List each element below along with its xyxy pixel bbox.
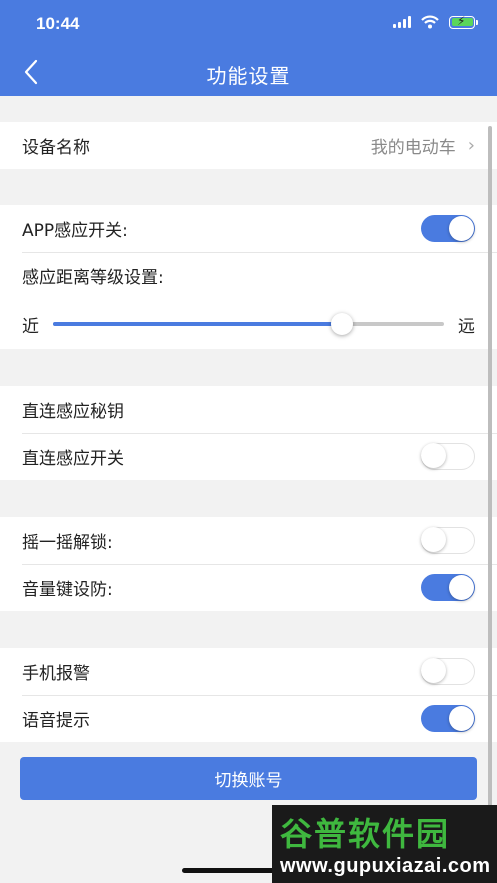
watermark-brand: 谷普软件园 bbox=[280, 815, 451, 853]
nav-header: 10:44 ⚡ 功能设置 bbox=[0, 0, 497, 96]
switch-account-button[interactable]: 切换账号 bbox=[20, 757, 477, 800]
voice-prompt-label: 语音提示 bbox=[22, 711, 90, 731]
page-title: 功能设置 bbox=[206, 64, 291, 88]
far-label: 远 bbox=[458, 316, 475, 337]
direct-group: 直连感应秘钥 直连感应开关 bbox=[0, 386, 497, 480]
sensing-group: APP感应开关: 感应距离等级设置: 近 远 bbox=[0, 205, 497, 349]
volume-arm-toggle[interactable] bbox=[421, 574, 475, 601]
chevron-right-icon: › bbox=[467, 135, 475, 156]
direct-switch-toggle[interactable] bbox=[421, 443, 475, 470]
scrollbar[interactable] bbox=[488, 126, 492, 816]
near-label: 近 bbox=[22, 316, 39, 337]
shake-unlock-toggle[interactable] bbox=[421, 527, 475, 554]
distance-level-row: 感应距离等级设置: bbox=[0, 252, 497, 299]
direct-switch-row: 直连感应开关 bbox=[0, 433, 497, 480]
shake-unlock-row: 摇一摇解锁: bbox=[0, 517, 497, 564]
wifi-icon bbox=[421, 15, 439, 29]
direct-switch-label: 直连感应开关 bbox=[22, 449, 124, 469]
slider-fill bbox=[53, 322, 343, 326]
phone-alarm-row: 手机报警 bbox=[0, 648, 497, 695]
battery-charging-icon: ⚡ bbox=[449, 14, 478, 29]
status-time: 10:44 bbox=[36, 14, 80, 33]
phone-alarm-label: 手机报警 bbox=[22, 664, 90, 684]
voice-prompt-row: 语音提示 bbox=[0, 695, 497, 742]
volume-arm-row: 音量键设防: bbox=[0, 564, 497, 611]
slider-thumb[interactable] bbox=[331, 313, 354, 335]
phone-alarm-toggle[interactable] bbox=[421, 658, 475, 685]
volume-arm-label: 音量键设防: bbox=[22, 580, 113, 600]
direct-key-row[interactable]: 直连感应秘钥 bbox=[0, 386, 497, 433]
device-name-label: 设备名称 bbox=[22, 138, 90, 158]
status-icons: ⚡ bbox=[393, 14, 478, 29]
app-sensing-row: APP感应开关: bbox=[0, 205, 497, 252]
voice-prompt-toggle[interactable] bbox=[421, 705, 475, 732]
device-name-row[interactable]: 设备名称 我的电动车 › bbox=[0, 122, 497, 169]
device-name-value: 我的电动车 bbox=[370, 138, 456, 158]
device-group: 设备名称 我的电动车 › bbox=[0, 122, 497, 169]
watermark-url: www.gupuxiazai.com bbox=[280, 855, 491, 877]
shake-unlock-label: 摇一摇解锁: bbox=[22, 533, 113, 553]
watermark-logo: 谷普软件园 www.gupuxiazai.com bbox=[272, 805, 497, 883]
distance-level-label: 感应距离等级设置: bbox=[22, 268, 164, 288]
cell-signal-icon bbox=[393, 16, 411, 28]
gesture-group: 摇一摇解锁: 音量键设防: bbox=[0, 517, 497, 611]
distance-slider-row: 近 远 bbox=[0, 299, 497, 349]
alert-group: 手机报警 语音提示 bbox=[0, 648, 497, 742]
direct-key-label: 直连感应秘钥 bbox=[22, 402, 124, 422]
distance-slider[interactable] bbox=[53, 313, 444, 335]
app-sensing-label: APP感应开关: bbox=[22, 221, 128, 241]
app-sensing-toggle[interactable] bbox=[421, 215, 475, 242]
